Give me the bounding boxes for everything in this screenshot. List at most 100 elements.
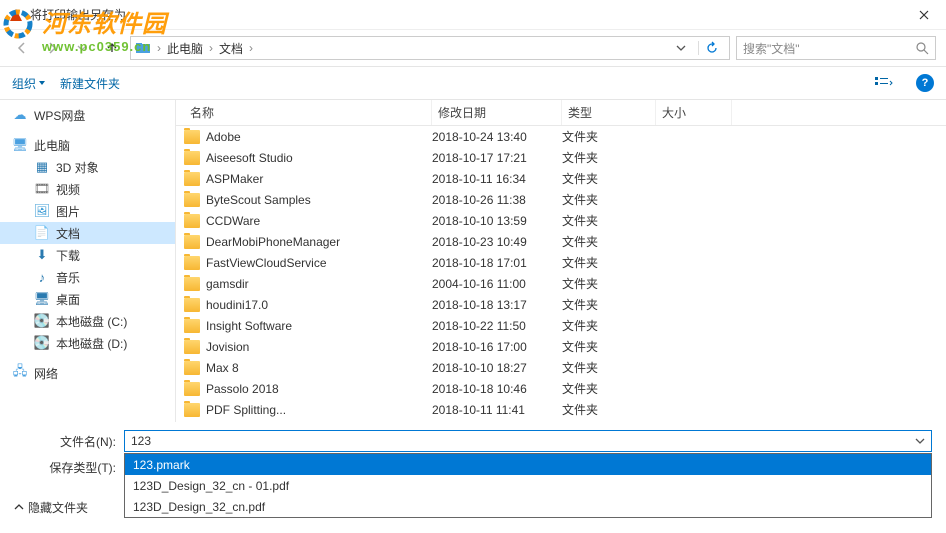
file-row[interactable]: Jovision2018-10-16 17:00文件夹 <box>176 336 946 357</box>
sidebar-item-network[interactable]: 🖧网络 <box>0 362 175 384</box>
monitor-icon: 🖥 <box>12 137 28 153</box>
new-folder-button[interactable]: 新建文件夹 <box>60 75 120 92</box>
help-button[interactable]: ? <box>916 74 934 92</box>
file-row[interactable]: PDF Splitting...2018-10-11 11:41文件夹 <box>176 399 946 420</box>
sidebar-item-wps[interactable]: ☁WPS网盘 <box>0 104 175 126</box>
search-icon <box>916 42 929 55</box>
organize-button[interactable]: 组织 <box>12 75 46 92</box>
breadcrumb-thispc[interactable]: 此电脑 <box>167 40 203 57</box>
file-row[interactable]: DearMobiPhoneManager2018-10-23 10:49文件夹 <box>176 231 946 252</box>
file-row[interactable]: gamsdir2004-10-16 11:00文件夹 <box>176 273 946 294</box>
file-type: 文件夹 <box>562 233 656 250</box>
file-name: ASPMaker <box>206 172 263 186</box>
file-row[interactable]: CCDWare2018-10-10 13:59文件夹 <box>176 210 946 231</box>
file-date: 2018-10-10 18:27 <box>432 361 562 375</box>
document-icon: 📄 <box>34 225 50 241</box>
view-mode-button[interactable] <box>866 72 902 94</box>
sidebar-item-3d[interactable]: ▦3D 对象 <box>0 156 175 178</box>
file-name: Adobe <box>206 130 241 144</box>
sidebar-item-downloads[interactable]: ⬇下载 <box>0 244 175 266</box>
music-icon: ♪ <box>34 269 50 285</box>
file-name: Max 8 <box>206 361 239 375</box>
file-name: houdini17.0 <box>206 298 268 312</box>
file-row[interactable]: houdini17.0 2018-10-18 13:17文件夹 <box>176 294 946 315</box>
refresh-button[interactable] <box>698 41 725 55</box>
folder-icon <box>184 340 200 354</box>
file-date: 2018-10-18 13:17 <box>432 298 562 312</box>
nav-back-button[interactable] <box>10 36 34 60</box>
sidebar-item-diskd[interactable]: 💽本地磁盘 (D:) <box>0 332 175 354</box>
file-row[interactable]: Passolo 20182018-10-18 10:46文件夹 <box>176 378 946 399</box>
breadcrumb-bar[interactable]: › 此电脑 › 文档 › <box>130 36 730 60</box>
cube-icon: ▦ <box>34 159 50 175</box>
column-size[interactable]: 大小 <box>656 100 732 125</box>
sidebar-item-video[interactable]: 🎞视频 <box>0 178 175 200</box>
file-name: FastViewCloudService <box>206 256 327 270</box>
file-date: 2018-10-11 16:34 <box>432 172 562 186</box>
address-bar: › 此电脑 › 文档 › 搜索"文档" <box>0 30 946 66</box>
file-row[interactable]: Aiseesoft Studio 2018-10-17 17:21文件夹 <box>176 147 946 168</box>
column-date[interactable]: 修改日期 <box>432 100 562 125</box>
autocomplete-item[interactable]: 123.pmark <box>125 454 931 475</box>
file-type: 文件夹 <box>562 380 656 397</box>
breadcrumb-documents[interactable]: 文档 <box>219 40 243 57</box>
nav-forward-button[interactable] <box>40 36 64 60</box>
file-row[interactable]: Adobe 2018-10-24 13:40文件夹 <box>176 126 946 147</box>
folder-icon <box>184 235 200 249</box>
search-placeholder: 搜索"文档" <box>743 40 800 57</box>
file-date: 2018-10-22 11:50 <box>432 319 562 333</box>
chevron-right-icon: › <box>207 41 215 55</box>
file-row[interactable]: Insight Software2018-10-22 11:50文件夹 <box>176 315 946 336</box>
autocomplete-dropdown: 123.pmark 123D_Design_32_cn - 01.pdf 123… <box>124 453 932 518</box>
file-date: 2018-10-18 10:46 <box>432 382 562 396</box>
file-type: 文件夹 <box>562 149 656 166</box>
chevron-right-icon: › <box>247 41 255 55</box>
file-row[interactable]: ByteScout Samples2018-10-26 11:38文件夹 <box>176 189 946 210</box>
address-dropdown-button[interactable] <box>672 43 690 53</box>
file-type: 文件夹 <box>562 296 656 313</box>
file-name: gamsdir <box>206 277 249 291</box>
chevron-down-icon[interactable] <box>915 436 925 446</box>
file-row[interactable]: ASPMaker2018-10-11 16:34文件夹 <box>176 168 946 189</box>
filename-input[interactable]: 123 123.pmark 123D_Design_32_cn - 01.pdf… <box>124 430 932 452</box>
nav-up-button[interactable] <box>100 36 124 60</box>
column-name[interactable]: 名称 <box>184 100 432 125</box>
close-button[interactable] <box>901 0 946 30</box>
download-icon: ⬇ <box>34 247 50 263</box>
autocomplete-item[interactable]: 123D_Design_32_cn.pdf <box>125 496 931 517</box>
file-date: 2018-10-10 13:59 <box>432 214 562 228</box>
hide-folders-toggle[interactable]: 隐藏文件夹 <box>14 499 88 516</box>
search-input[interactable]: 搜索"文档" <box>736 36 936 60</box>
titlebar: 将打印输出另存为 <box>0 0 946 30</box>
navigation-sidebar[interactable]: ☁WPS网盘 🖥此电脑 ▦3D 对象 🎞视频 🖼图片 📄文档 ⬇下载 ♪音乐 🖥… <box>0 100 176 422</box>
folder-icon <box>184 214 200 228</box>
chevron-up-icon <box>14 502 24 512</box>
autocomplete-item[interactable]: 123D_Design_32_cn - 01.pdf <box>125 475 931 496</box>
file-row[interactable]: Max 82018-10-10 18:27文件夹 <box>176 357 946 378</box>
file-name: DearMobiPhoneManager <box>206 235 340 249</box>
file-name: Aiseesoft Studio <box>206 151 293 165</box>
nav-recent-button[interactable] <box>70 36 94 60</box>
sidebar-item-desktop[interactable]: 🖥桌面 <box>0 288 175 310</box>
folder-icon <box>184 382 200 396</box>
folder-icon <box>184 403 200 417</box>
sidebar-item-music[interactable]: ♪音乐 <box>0 266 175 288</box>
file-date: 2018-10-16 17:00 <box>432 340 562 354</box>
file-row[interactable]: FastViewCloudService2018-10-18 17:01文件夹 <box>176 252 946 273</box>
sidebar-item-diskc[interactable]: 💽本地磁盘 (C:) <box>0 310 175 332</box>
file-type: 文件夹 <box>562 128 656 145</box>
chevron-right-icon: › <box>155 41 163 55</box>
sidebar-item-pictures[interactable]: 🖼图片 <box>0 200 175 222</box>
file-type: 文件夹 <box>562 317 656 334</box>
file-date: 2018-10-17 17:21 <box>432 151 562 165</box>
file-date: 2018-10-11 11:41 <box>432 403 562 417</box>
folder-icon <box>184 193 200 207</box>
column-headers[interactable]: 名称 修改日期 类型 大小 <box>176 100 946 126</box>
column-type[interactable]: 类型 <box>562 100 656 125</box>
folder-icon <box>184 151 200 165</box>
sidebar-item-documents[interactable]: 📄文档 <box>0 222 175 244</box>
file-list[interactable]: Adobe2018-10-24 13:40文件夹Aiseesoft Studio… <box>176 126 946 422</box>
sidebar-item-thispc[interactable]: 🖥此电脑 <box>0 134 175 156</box>
folder-icon <box>135 40 151 56</box>
file-date: 2018-10-24 13:40 <box>432 130 562 144</box>
